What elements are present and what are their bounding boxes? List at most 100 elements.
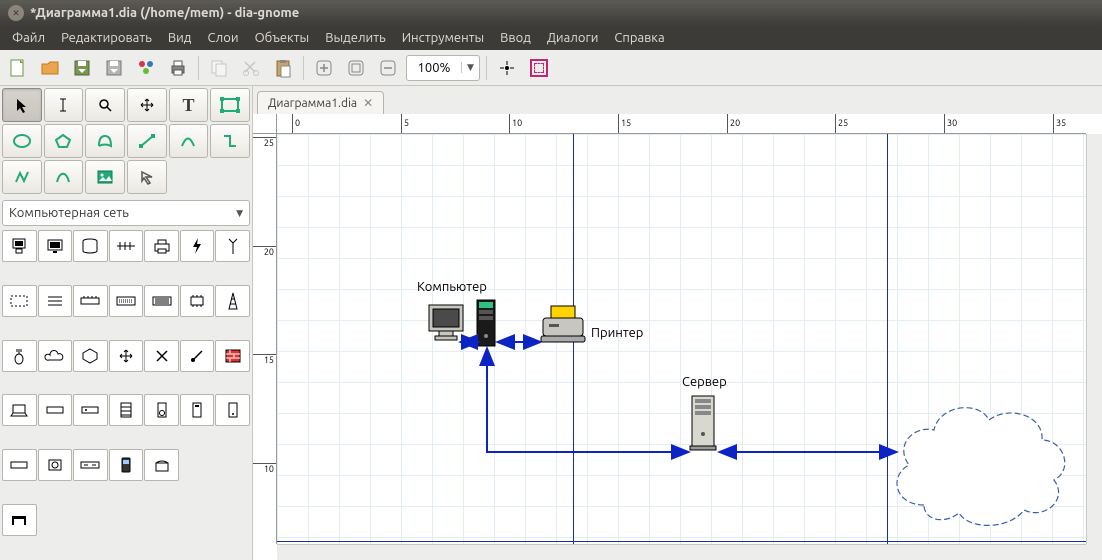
tool-scroll[interactable] [127, 88, 167, 122]
scrollbar-vertical[interactable] [1086, 134, 1102, 544]
device-cloud[interactable] [884, 375, 1074, 538]
menu-input[interactable]: Ввод [492, 28, 539, 48]
menu-objects[interactable]: Объекты [247, 28, 318, 48]
copy-button[interactable] [205, 54, 233, 82]
shape-disk[interactable] [38, 449, 73, 481]
tool-image[interactable] [85, 160, 125, 194]
shape-sheet-select[interactable]: Компьютерная сеть ▼ [2, 200, 250, 226]
content-area: T Компьютерная сеть ▼ [0, 86, 1102, 560]
tab-diagram1[interactable]: Диаграмма1.dia ✕ [257, 91, 384, 114]
shape-switch[interactable] [73, 449, 108, 481]
menu-file[interactable]: Файл [4, 28, 53, 48]
shape-firewall[interactable] [215, 340, 250, 372]
shape-monitor[interactable] [38, 230, 73, 262]
tool-box[interactable] [210, 88, 250, 122]
label-computer[interactable]: Компьютер [417, 280, 487, 294]
device-tower[interactable] [475, 296, 497, 351]
tool-line[interactable] [127, 124, 167, 158]
shape-move[interactable] [109, 340, 144, 372]
shape-tower[interactable] [215, 285, 250, 317]
shape-phone[interactable] [109, 449, 144, 481]
zoom-in-button[interactable] [310, 54, 338, 82]
device-server[interactable] [688, 394, 718, 455]
shape-hub[interactable] [73, 285, 108, 317]
zoom-out-button[interactable] [374, 54, 402, 82]
menu-edit[interactable]: Редактировать [53, 28, 160, 48]
shape-patch[interactable] [144, 285, 179, 317]
ruler-tick: 25 [253, 137, 276, 148]
shape-antenna[interactable] [215, 230, 250, 262]
shape-sheet-label: Компьютерная сеть [9, 206, 129, 220]
tool-polyline[interactable] [2, 160, 42, 194]
shape-rack[interactable] [109, 394, 144, 426]
print-button[interactable] [164, 54, 192, 82]
shape-box-dash[interactable] [2, 285, 37, 317]
close-icon[interactable]: ✕ [8, 5, 24, 21]
tool-bezier[interactable] [44, 160, 84, 194]
tool-ellipse[interactable] [2, 124, 42, 158]
zoom-combo[interactable]: ▼ [406, 55, 480, 81]
shape-hexagon[interactable] [73, 340, 108, 372]
canvas[interactable]: Компьютер Принтер Сервер Интернет [277, 134, 1086, 544]
shape-desk[interactable] [2, 504, 37, 536]
menu-dialogs[interactable]: Диалоги [539, 28, 607, 48]
shape-phone2[interactable] [144, 449, 179, 481]
snap-point-button[interactable] [493, 54, 521, 82]
tool-magnify[interactable] [85, 88, 125, 122]
main-toolbar: ▼ [0, 50, 1102, 86]
scrollbar-horizontal[interactable] [277, 544, 1086, 560]
menu-tools[interactable]: Инструменты [394, 28, 492, 48]
snap-object-button[interactable] [525, 54, 553, 82]
zoom-fit-button[interactable] [342, 54, 370, 82]
shape-storage[interactable] [73, 230, 108, 262]
shape-plug[interactable] [2, 340, 37, 372]
tool-pointer[interactable] [2, 88, 42, 122]
shape-speaker[interactable] [144, 394, 179, 426]
tool-polygon[interactable] [44, 124, 84, 158]
menu-view[interactable]: Вид [160, 28, 200, 48]
open-file-button[interactable] [36, 54, 64, 82]
tool-zigzag[interactable] [210, 124, 250, 158]
ruler-tick: 10 [509, 114, 522, 133]
tool-outline[interactable] [127, 160, 167, 194]
tab-label: Диаграмма1.dia [268, 97, 357, 110]
ruler-horizontal[interactable]: 0 5 10 15 20 25 30 35 40 [277, 114, 1086, 134]
save-as-button[interactable] [100, 54, 128, 82]
new-file-button[interactable] [4, 54, 32, 82]
zoom-input[interactable] [407, 61, 461, 75]
shape-lines[interactable] [38, 285, 73, 317]
tab-bar: Диаграмма1.dia ✕ [253, 86, 1102, 114]
tool-text[interactable]: T [169, 88, 209, 122]
cut-button[interactable] [237, 54, 265, 82]
shape-router[interactable] [2, 449, 37, 481]
label-printer[interactable]: Принтер [591, 326, 643, 340]
menu-help[interactable]: Справка [606, 28, 672, 48]
shape-bus[interactable] [109, 230, 144, 262]
shape-unit[interactable] [38, 394, 73, 426]
shape-computer[interactable] [2, 230, 37, 262]
menu-layers[interactable]: Слои [199, 28, 246, 48]
menu-select[interactable]: Выделить [317, 28, 394, 48]
shape-cloud[interactable] [38, 340, 73, 372]
tool-text-edit[interactable] [44, 88, 84, 122]
label-server[interactable]: Сервер [682, 375, 727, 389]
shape-cross[interactable] [144, 340, 179, 372]
shape-unit2[interactable] [73, 394, 108, 426]
ruler-vertical[interactable]: 25 20 15 10 [253, 134, 277, 544]
shape-tools[interactable] [180, 340, 215, 372]
shape-tower-pc[interactable] [180, 394, 215, 426]
device-printer[interactable] [539, 304, 587, 351]
tool-arc[interactable] [169, 124, 209, 158]
shape-printer[interactable] [144, 230, 179, 262]
paste-button[interactable] [269, 54, 297, 82]
export-button[interactable] [132, 54, 160, 82]
zoom-dropdown-icon[interactable]: ▼ [461, 62, 479, 73]
close-tab-icon[interactable]: ✕ [363, 96, 373, 110]
tool-beziergon[interactable] [85, 124, 125, 158]
shape-chip[interactable] [180, 285, 215, 317]
shape-laptop[interactable] [2, 394, 37, 426]
save-button[interactable] [68, 54, 96, 82]
shape-midtower[interactable] [215, 394, 250, 426]
shape-flash[interactable] [180, 230, 215, 262]
shape-keyboard[interactable] [109, 285, 144, 317]
